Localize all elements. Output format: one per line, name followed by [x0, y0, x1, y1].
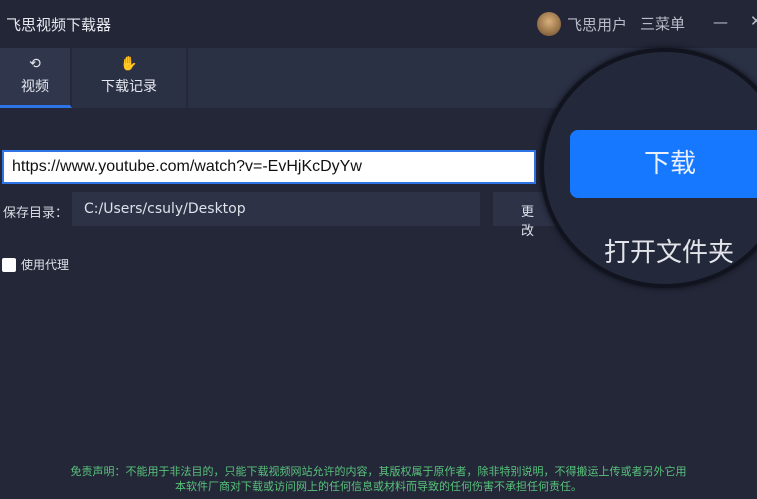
download-button[interactable]: 下载 — [570, 130, 757, 198]
open-folder-button[interactable]: 打开文件夹 — [604, 232, 734, 269]
minimize-button[interactable]: — — [713, 13, 728, 31]
save-path-field[interactable]: C:/Users/csuly/Desktop — [72, 192, 480, 226]
tab-download-history[interactable]: ✋ 下载记录 — [72, 48, 188, 108]
title-bar: 飞思视频下载器 飞思用户 三菜单 — ✕ — [0, 0, 757, 48]
menu-button[interactable]: 三菜单 — [640, 13, 685, 34]
hand-history-icon: ✋ — [120, 56, 138, 72]
disclaimer: 免责声明：不能用于非法目的，只能下载视频网站允许的内容，其版权属于原作者，除非特… — [0, 464, 757, 494]
proxy-option[interactable]: 使用代理 — [2, 256, 69, 273]
close-button[interactable]: ✕ — [750, 12, 757, 30]
save-dir-label: 保存目录： — [3, 206, 69, 221]
app-title: 飞思视频下载器 — [6, 16, 112, 34]
avatar — [537, 12, 561, 36]
proxy-label: 使用代理 — [21, 258, 70, 272]
disclaimer-line-1: 免责声明：不能用于非法目的，只能下载视频网站允许的内容，其版权属于原作者，除非特… — [70, 465, 687, 478]
tab-label: 视频 — [21, 79, 49, 95]
user-name: 飞思用户 — [567, 15, 628, 34]
video-convert-icon: ⟲ — [29, 56, 41, 72]
user-account[interactable]: 飞思用户 — [537, 12, 627, 36]
disclaimer-line-2: 本软件厂商对下载或访问网上的任何信息或材料而导致的任何伤害不承担任何责任。 — [175, 480, 582, 493]
tab-video[interactable]: ⟲ 视频 — [0, 48, 72, 108]
proxy-checkbox[interactable] — [2, 257, 16, 272]
tab-label: 下载记录 — [101, 79, 157, 95]
url-input[interactable]: https://www.youtube.com/watch?v=-EvHjKcD… — [2, 150, 536, 184]
